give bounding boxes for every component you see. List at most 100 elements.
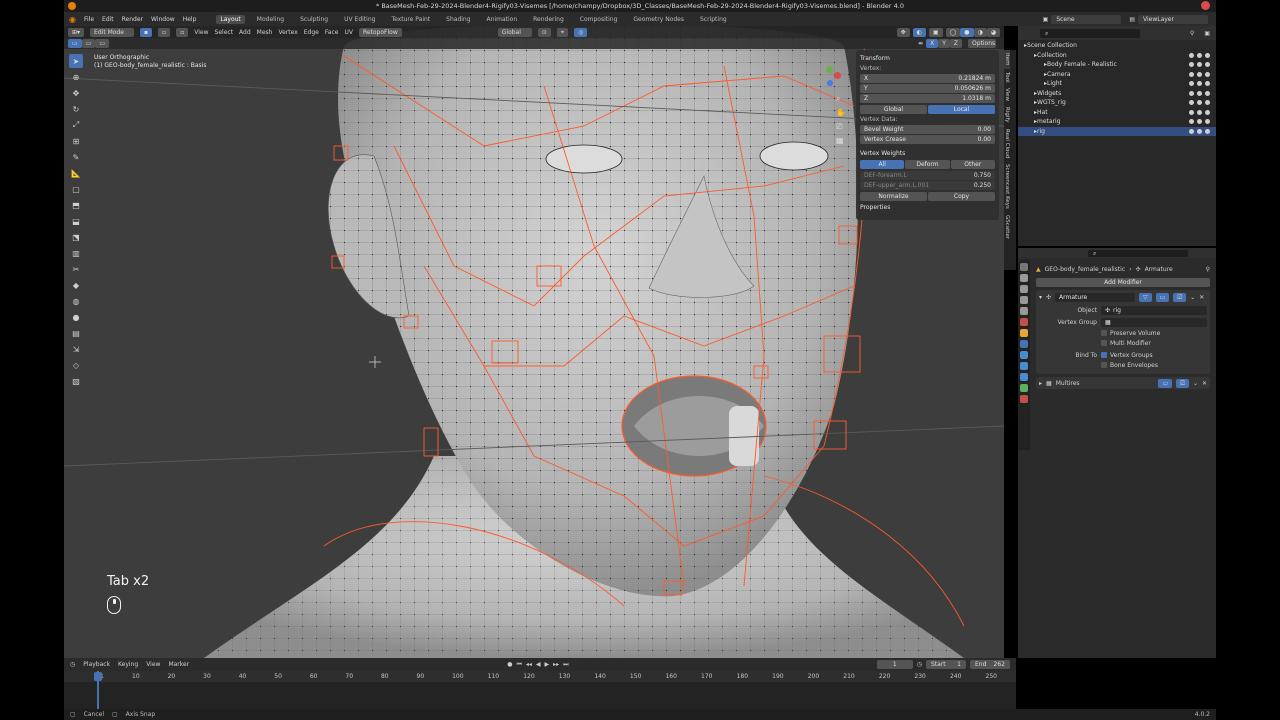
collapse-arrow-icon[interactable]: ▾ (1039, 294, 1042, 301)
tab-uv-editing[interactable]: UV Editing (340, 15, 379, 24)
camera-icon[interactable] (1205, 119, 1210, 125)
bevel-tool-icon[interactable]: ⬔ (69, 230, 83, 244)
eye-icon[interactable] (1197, 119, 1202, 125)
weight-row-2[interactable]: DEF-upper_arm.L.001 0.250 (860, 181, 995, 190)
options-dropdown[interactable]: Options (968, 39, 996, 48)
vertex-z-field[interactable]: Z 1.0318 m (860, 94, 995, 103)
knife-tool-icon[interactable]: ✂ (69, 262, 83, 276)
menu-file[interactable]: File (84, 16, 94, 23)
camera-icon[interactable] (1205, 128, 1210, 134)
tab-modeling[interactable]: Modeling (253, 15, 288, 24)
normalize-button[interactable]: Normalize (860, 192, 927, 201)
gizmo-z-axis-icon[interactable] (827, 80, 833, 86)
vertex-menu[interactable]: Vertex (278, 29, 297, 36)
viewport-toggle-icon[interactable]: ▭ (1155, 292, 1170, 302)
annotate-tool-icon[interactable]: ✎ (69, 150, 83, 164)
tab-layout[interactable]: Layout (216, 14, 245, 24)
sidebar-tab-screencast-keys[interactable]: Screencast Keys (1004, 161, 1010, 212)
select-menu[interactable]: Select (215, 29, 234, 36)
mirror-z-toggle[interactable]: Z (949, 39, 962, 48)
eye-icon[interactable] (1197, 71, 1202, 77)
new-collection-icon[interactable]: ▣ (1204, 30, 1210, 37)
gizmo-y-axis-icon[interactable] (826, 66, 833, 73)
camera-view-icon[interactable]: ⎚ (836, 122, 846, 136)
eye-icon[interactable] (1197, 100, 1202, 106)
timeline-editor-icon[interactable]: ◷ (70, 661, 75, 668)
mirror-icon[interactable]: ⇹ (918, 40, 923, 47)
select-box-tool-icon[interactable]: ➤ (69, 54, 83, 68)
sidebar-tab-gscatter[interactable]: GScatter (1004, 212, 1010, 242)
vertex-y-field[interactable]: Y 0.050626 m (860, 84, 995, 93)
xray-toggle-icon[interactable]: ▣ (928, 27, 943, 37)
sidebar-tab-rigify[interactable]: Rigify (1004, 104, 1010, 125)
checkbox-icon[interactable] (1189, 52, 1194, 58)
tab-shading[interactable]: Shading (442, 15, 474, 24)
local-toggle[interactable]: Local (928, 105, 995, 114)
navigation-gizmo[interactable] (818, 60, 848, 90)
gizmo-toggle-icon[interactable]: ✥ (896, 27, 910, 37)
sidebar-tab-real-cloud[interactable]: Real Cloud (1004, 126, 1010, 161)
eye-icon[interactable] (1197, 81, 1202, 87)
transform-tool-icon[interactable]: ⊞ (69, 134, 83, 148)
shear-tool-icon[interactable]: ◇ (69, 358, 83, 372)
material-shading-icon[interactable]: ◑ (973, 27, 987, 37)
checkbox-icon[interactable] (1189, 81, 1194, 87)
view-layer-props-icon[interactable] (1020, 296, 1028, 304)
camera-icon[interactable] (1205, 62, 1210, 68)
tab-scripting[interactable]: Scripting (696, 15, 731, 24)
timeline[interactable]: 1102030405060708090100110120130140150160… (64, 671, 1016, 709)
eye-icon[interactable] (1197, 52, 1202, 58)
play-icon[interactable]: ▶ (545, 661, 550, 668)
jump-start-icon[interactable]: ⏮ (516, 661, 521, 669)
transform-panel-title[interactable]: Transform (860, 53, 995, 64)
eye-icon[interactable] (1197, 109, 1202, 115)
checkbox-icon[interactable] (1189, 62, 1194, 68)
pin-icon[interactable]: ⚲ (1206, 266, 1210, 273)
spin-tool-icon[interactable]: ◍ (69, 294, 83, 308)
multires-menu-icon[interactable]: ⌄ (1193, 380, 1198, 387)
close-window-button[interactable] (1201, 1, 1210, 10)
properties-panel-title[interactable]: Properties (860, 202, 995, 213)
multires-remove-icon[interactable]: ✕ (1202, 380, 1207, 387)
data-props-icon[interactable] (1020, 384, 1028, 392)
playback-menu[interactable]: Playback (83, 661, 110, 668)
move-tool-icon[interactable]: ✥ (69, 86, 83, 100)
gizmo-x-axis-icon[interactable] (834, 72, 841, 79)
scene-props-icon[interactable] (1020, 307, 1028, 315)
copy-button[interactable]: Copy (928, 192, 995, 201)
multi-modifier-checkbox[interactable] (1101, 340, 1107, 346)
vertex-crease-field[interactable]: Vertex Crease 0.00 (860, 135, 995, 144)
outliner-row[interactable]: ▸ rig (1018, 126, 1216, 136)
add-menu[interactable]: Add (239, 29, 251, 36)
extrude-tool-icon[interactable]: ⬒ (69, 198, 83, 212)
retopoflow-button[interactable]: RetopoFlow (358, 27, 402, 37)
camera-icon[interactable] (1205, 109, 1210, 115)
edge-select-mode-button[interactable]: ▫ (158, 27, 171, 37)
scene-selector[interactable]: Scene (1051, 14, 1122, 24)
pan-hand-icon[interactable]: ✋ (836, 108, 846, 122)
modifier-menu-icon[interactable]: ⌄ (1190, 294, 1195, 301)
weights-tab-deform[interactable]: Deform (905, 160, 950, 169)
add-cube-tool-icon[interactable]: ▢ (69, 182, 83, 196)
sidebar-tab-tool[interactable]: Tool (1004, 69, 1010, 86)
bone-envelopes-checkbox[interactable] (1101, 362, 1107, 368)
record-icon[interactable]: ● (507, 661, 512, 668)
solid-shading-icon[interactable]: ● (960, 27, 974, 37)
world-props-icon[interactable] (1020, 318, 1028, 326)
camera-icon[interactable] (1205, 100, 1210, 106)
select-subtract-mode-icon[interactable]: ▭ (95, 39, 110, 48)
checkbox-icon[interactable] (1189, 109, 1194, 115)
mirror-x-toggle[interactable]: X (926, 39, 939, 48)
outliner-search-input[interactable]: ⌕ (1040, 28, 1140, 38)
tab-texture-paint[interactable]: Texture Paint (387, 15, 434, 24)
outliner-row[interactable]: ▸ Light (1018, 79, 1216, 89)
object-field[interactable]: ✣ rig (1101, 305, 1207, 315)
outliner-row[interactable]: ▸ WGTS_rig (1018, 98, 1216, 108)
scale-tool-icon[interactable]: ⤢ (69, 118, 83, 132)
outliner-row[interactable]: ▸ Body Female - Realistic (1018, 60, 1216, 70)
multires-modifier-name[interactable]: Multires (1056, 380, 1155, 387)
edit-mode-toggle-icon[interactable]: ▽ (1139, 292, 1152, 302)
camera-icon[interactable] (1205, 81, 1210, 87)
uv-menu[interactable]: UV (344, 29, 353, 36)
outliner-row[interactable]: ▸ Camera (1018, 70, 1216, 80)
